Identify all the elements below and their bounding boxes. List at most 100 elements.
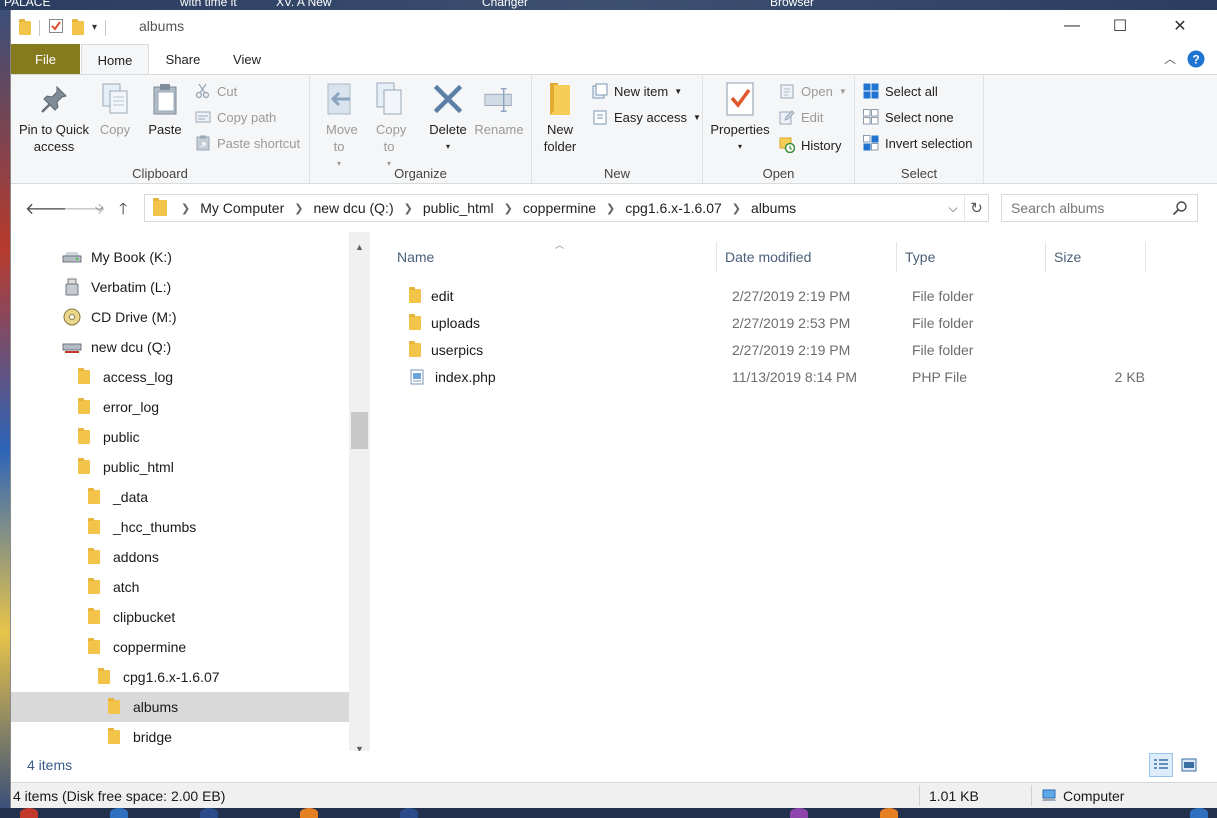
minimize-button[interactable]: — [1049, 10, 1095, 42]
history-button[interactable]: History [779, 137, 841, 153]
organize-group-label: Organize [394, 166, 447, 181]
tab-share[interactable]: Share [151, 44, 215, 74]
cut-button[interactable]: Cut [195, 83, 237, 99]
breadcrumb-item[interactable]: public_html [423, 200, 494, 216]
folder-icon [73, 398, 95, 414]
select-none-icon [863, 109, 879, 125]
properties-button[interactable]: Properties ▾ [707, 81, 773, 155]
breadcrumb-chevron-icon[interactable]: ❯ [732, 202, 741, 215]
tree-item[interactable]: atch [11, 572, 349, 602]
breadcrumb-chevron-icon[interactable]: ❯ [504, 202, 513, 215]
search-placeholder: Search albums [1011, 200, 1105, 216]
tree-item-label: CD Drive (M:) [91, 309, 177, 325]
breadcrumb-chevron-icon[interactable]: ❯ [294, 202, 303, 215]
breadcrumb-item[interactable]: My Computer [200, 200, 284, 216]
breadcrumb-item[interactable]: coppermine [523, 200, 596, 216]
invert-selection-icon [863, 135, 879, 151]
tree-item[interactable]: Verbatim (L:) [11, 272, 349, 302]
tree-item[interactable]: addons [11, 542, 349, 572]
tree-item[interactable]: error_log [11, 392, 349, 422]
edit-button[interactable]: Edit [779, 109, 823, 125]
details-view-button[interactable] [1149, 753, 1173, 777]
select-all-button[interactable]: Select all [863, 83, 938, 99]
recent-locations-chevron-icon[interactable]: ⌵ [95, 202, 103, 215]
tree-item[interactable]: _data [11, 482, 349, 512]
address-history-chevron-icon[interactable]: ⌵ [942, 195, 964, 221]
file-list[interactable]: ︿ Name Date modified Type Size edit 2/27/… [371, 232, 1217, 751]
tree-item[interactable]: bridge [11, 722, 349, 751]
new-folder-qat-icon[interactable] [72, 18, 84, 35]
copy-button[interactable]: Copy [91, 81, 139, 138]
breadcrumb-item[interactable]: new dcu (Q:) [313, 200, 393, 216]
breadcrumb-chevron-icon[interactable]: ❯ [606, 202, 615, 215]
tree-item-label: new dcu (Q:) [91, 339, 172, 355]
close-button[interactable]: ✕ [1157, 10, 1203, 42]
address-bar[interactable]: ❯ My Computer ❯ new dcu (Q:) ❯ public_ht… [144, 194, 989, 222]
tree-item[interactable]: clipbucket [11, 602, 349, 632]
tree-item[interactable]: new dcu (Q:) [11, 332, 349, 362]
invert-selection-button[interactable]: Invert selection [863, 135, 972, 151]
navigation-bar: 🡐 🡒 ⌵ 🡑 ❯ My Computer ❯ new dcu (Q:) ❯ p… [11, 184, 1217, 232]
column-header-type[interactable]: Type [897, 242, 1046, 272]
select-none-button[interactable]: Select none [863, 109, 954, 125]
tree-item[interactable]: cpg1.6.x-1.6.07 [11, 662, 349, 692]
tree-item-label: atch [113, 579, 140, 595]
delete-button[interactable]: Delete ▾ [423, 81, 473, 155]
navigation-pane-scrollbar[interactable]: ▲ ▼ [349, 232, 370, 754]
breadcrumb-chevron-icon[interactable]: ❯ [181, 202, 190, 215]
help-icon[interactable]: ? [1187, 50, 1205, 71]
scrollbar-thumb[interactable] [351, 412, 368, 449]
properties-qat-icon[interactable] [48, 18, 64, 37]
new-group-label: New [603, 166, 630, 181]
file-row[interactable]: edit 2/27/2019 2:19 PM File folder [395, 282, 1145, 309]
column-header-date-modified[interactable]: Date modified [717, 242, 897, 272]
tree-item[interactable]: My Book (K:) [11, 242, 349, 272]
open-button[interactable]: Open ▼ [779, 83, 847, 99]
tab-file[interactable]: File [11, 44, 80, 74]
tree-item[interactable]: public_html [11, 452, 349, 482]
pin-to-quick-access-button[interactable]: Pin to Quick access [17, 81, 91, 155]
ribbon: Pin to Quick access Copy Paste Cut Copy … [11, 74, 1217, 184]
folder-icon [83, 488, 105, 504]
maximize-button[interactable]: ☐ [1097, 10, 1143, 42]
copy-path-button[interactable]: Copy path [195, 109, 276, 125]
chevron-down-icon[interactable]: ▾ [92, 22, 97, 33]
file-row[interactable]: index.php 11/13/2019 8:14 PM PHP File 2 KB [395, 363, 1145, 390]
tree-item[interactable]: albums [11, 692, 349, 722]
navigation-pane[interactable]: My Book (K:) Verbatim (L:) CD Drive (M:) ne… [11, 232, 349, 751]
copy-to-icon [373, 81, 405, 117]
up-arrow-icon[interactable]: 🡑 [119, 198, 127, 225]
tree-item-label: coppermine [113, 639, 187, 655]
breadcrumb-item[interactable]: albums [751, 200, 796, 216]
move-to-button[interactable]: Move to ▾ [318, 81, 360, 172]
column-header-size[interactable]: Size [1046, 242, 1146, 272]
copy-to-button[interactable]: Copy to ▾ [368, 81, 410, 172]
new-folder-button[interactable]: New folder [538, 81, 582, 155]
breadcrumb: ❯ My Computer ❯ new dcu (Q:) ❯ public_ht… [145, 195, 942, 221]
new-item-button[interactable]: New item ▼ [592, 83, 682, 99]
tree-item[interactable]: coppermine [11, 632, 349, 662]
easy-access-button[interactable]: Easy access ▼ [592, 109, 701, 125]
tree-item[interactable]: _hcc_thumbs [11, 512, 349, 542]
refresh-icon[interactable]: ↻ [964, 195, 988, 221]
rename-button[interactable]: Rename [474, 81, 524, 138]
back-arrow-icon[interactable]: 🡐 [25, 198, 68, 219]
tree-item[interactable]: public [11, 422, 349, 452]
collapse-ribbon-chevron-icon[interactable]: ︿ [1164, 50, 1176, 67]
paste-button[interactable]: Paste [141, 81, 189, 138]
tree-item[interactable]: CD Drive (M:) [11, 302, 349, 332]
search-input[interactable]: Search albums [1001, 194, 1198, 222]
scroll-up-arrow-icon[interactable]: ▲ [349, 238, 370, 255]
large-icons-view-button[interactable] [1177, 753, 1201, 777]
tab-view[interactable]: View [217, 44, 277, 74]
tab-home[interactable]: Home [81, 44, 149, 75]
file-row[interactable]: userpics 2/27/2019 2:19 PM File folder [395, 336, 1145, 363]
column-header-name[interactable]: Name [389, 242, 717, 272]
breadcrumb-item[interactable]: cpg1.6.x-1.6.07 [625, 200, 722, 216]
folder-icon [409, 286, 421, 303]
breadcrumb-chevron-icon[interactable]: ❯ [404, 202, 413, 215]
paste-shortcut-button[interactable]: Paste shortcut [195, 135, 300, 151]
file-row[interactable]: uploads 2/27/2019 2:53 PM File folder [395, 309, 1145, 336]
tree-item[interactable]: access_log [11, 362, 349, 392]
folder-icon [409, 340, 421, 357]
